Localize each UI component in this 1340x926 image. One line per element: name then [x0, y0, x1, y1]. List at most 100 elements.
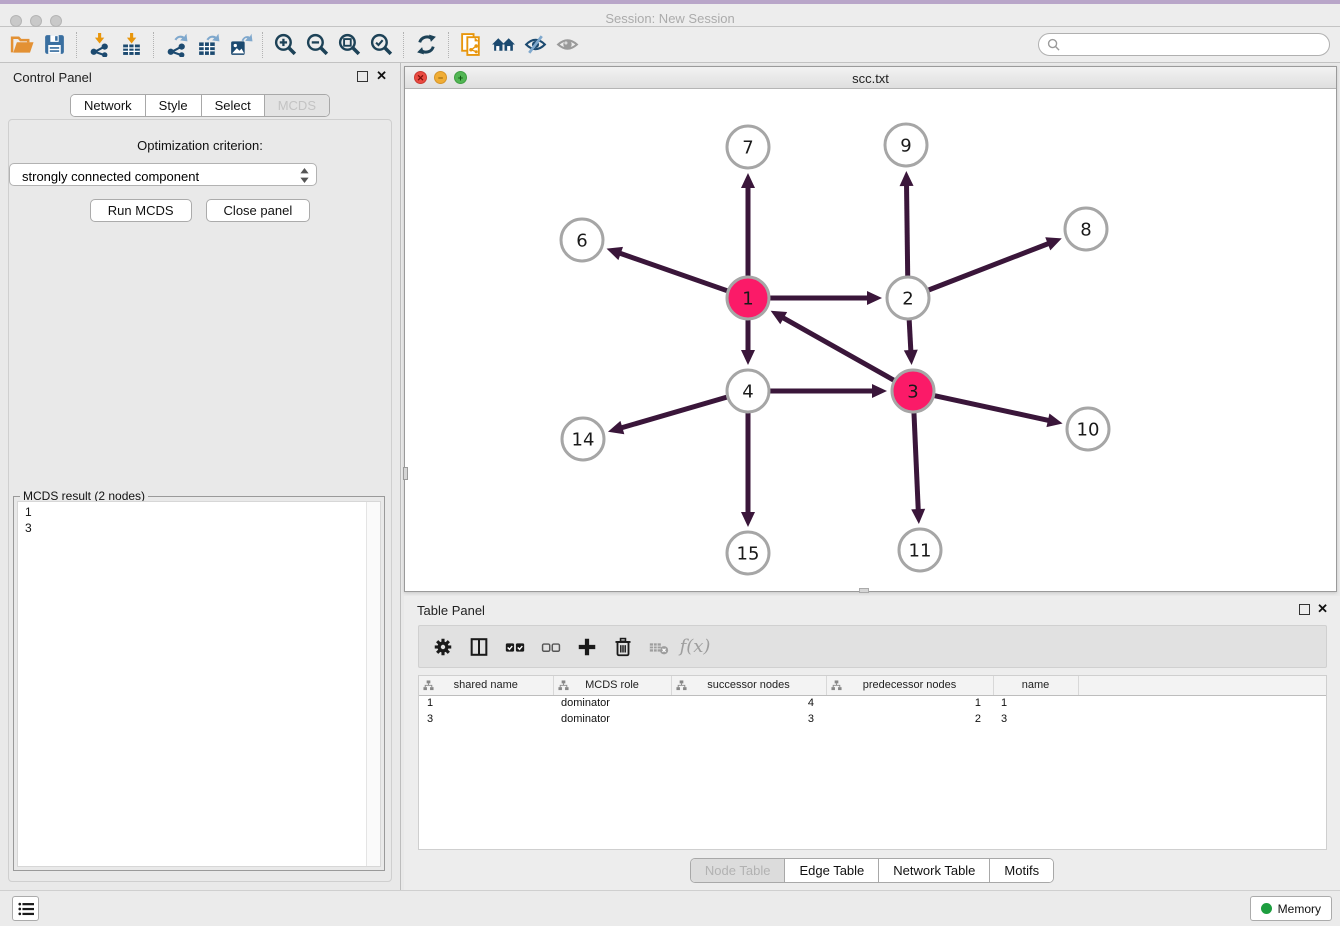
run-mcds-button[interactable]: Run MCDS — [90, 199, 192, 222]
session-title: Session: New Session — [0, 11, 1340, 26]
control-panel-float-icon[interactable] — [357, 71, 368, 82]
memory-button[interactable]: Memory — [1250, 896, 1332, 921]
tab-edge-table[interactable]: Edge Table — [785, 859, 879, 882]
tab-mcds[interactable]: MCDS — [265, 95, 329, 116]
graph-edge-2-8[interactable] — [925, 243, 1051, 292]
table-cell[interactable]: 3 — [671, 711, 826, 727]
mcds-result-item[interactable]: 1 — [25, 504, 380, 520]
table-cell[interactable]: 4 — [671, 695, 826, 711]
export-table-icon[interactable] — [192, 30, 224, 60]
graph-edge-3-11[interactable] — [914, 409, 919, 512]
table-options-icon[interactable] — [425, 630, 461, 664]
unselect-all-columns-icon[interactable] — [533, 630, 569, 664]
tab-select[interactable]: Select — [202, 95, 265, 116]
table-cell-filler — [1078, 695, 1326, 711]
graph-arrowhead — [900, 171, 914, 186]
dropdown-stepper-icon — [300, 168, 309, 186]
table-cell[interactable]: 2 — [826, 711, 993, 727]
column-header-MCDS-role[interactable]: MCDS role — [553, 676, 671, 695]
toolbar-separator — [76, 32, 77, 58]
column-header-shared-name[interactable]: shared name — [419, 676, 553, 695]
network-window-titlebar[interactable]: ✕ − + scc.txt — [405, 67, 1336, 89]
column-header-successor-nodes[interactable]: successor nodes — [671, 676, 826, 695]
node-table: shared nameMCDS rolesuccessor nodesprede… — [419, 676, 1326, 727]
save-session-icon[interactable] — [38, 30, 70, 60]
control-panel-header: Control Panel ✕ — [0, 63, 400, 91]
network-window-title: scc.txt — [405, 71, 1336, 86]
table-cell[interactable]: 1 — [826, 695, 993, 711]
export-network-icon[interactable] — [160, 30, 192, 60]
table-panel: Table Panel ✕ f(x) shared nameMCD — [404, 596, 1340, 890]
graph-edge-2-3[interactable] — [909, 316, 911, 353]
graph-node-label: 8 — [1080, 219, 1091, 240]
import-network-icon[interactable] — [83, 30, 115, 60]
delete-columns-icon[interactable] — [605, 630, 641, 664]
column-header-predecessor-nodes[interactable]: predecessor nodes — [826, 676, 993, 695]
close-panel-button[interactable]: Close panel — [206, 199, 311, 222]
graph-edge-4-14[interactable] — [619, 396, 730, 428]
mcds-result-list: 13 — [17, 501, 381, 867]
select-all-columns-icon[interactable] — [497, 630, 533, 664]
control-panel-close-icon[interactable]: ✕ — [376, 69, 387, 83]
home-layout-icon[interactable] — [487, 30, 519, 60]
table-panel-tabs: Node TableEdge TableNetwork TableMotifs — [690, 858, 1054, 883]
hide-selected-icon[interactable] — [519, 30, 551, 60]
table-cell[interactable]: 3 — [419, 711, 553, 727]
function-builder-icon[interactable]: f(x) — [677, 630, 713, 664]
show-all-icon[interactable] — [551, 30, 583, 60]
table-cell[interactable]: 3 — [993, 711, 1078, 727]
import-table-icon[interactable] — [115, 30, 147, 60]
tab-style[interactable]: Style — [146, 95, 202, 116]
create-column-icon[interactable] — [569, 630, 605, 664]
tab-node-table[interactable]: Node Table — [691, 859, 786, 882]
tab-motifs[interactable]: Motifs — [990, 859, 1053, 882]
zoom-selected-icon[interactable] — [365, 30, 397, 60]
column-header-name[interactable]: name — [993, 676, 1078, 695]
graph-arrowhead — [741, 512, 755, 527]
search-input[interactable] — [1060, 35, 1329, 54]
table-cell[interactable]: 1 — [419, 695, 553, 711]
criterion-dropdown[interactable]: strongly connected component — [9, 163, 317, 186]
task-history-icon[interactable] — [12, 896, 39, 921]
memory-label: Memory — [1278, 902, 1321, 916]
window-resize-grip[interactable] — [859, 588, 869, 593]
zoom-fit-icon[interactable] — [333, 30, 365, 60]
graph-node-label: 6 — [576, 230, 587, 251]
graph-arrowhead — [911, 509, 925, 524]
tab-network[interactable]: Network — [71, 95, 146, 116]
mcds-result-item[interactable]: 3 — [25, 520, 380, 536]
toolbar-separator — [153, 32, 154, 58]
zoom-in-icon[interactable] — [269, 30, 301, 60]
tab-network-table[interactable]: Network Table — [879, 859, 990, 882]
table-cell[interactable]: 1 — [993, 695, 1078, 711]
table-cell[interactable]: dominator — [553, 711, 671, 727]
toolbar-separator — [448, 32, 449, 58]
table-row[interactable]: 3dominator323 — [419, 711, 1326, 727]
status-bar: Memory — [0, 890, 1340, 926]
graph-arrowhead — [904, 350, 918, 365]
graph-node-label: 9 — [900, 135, 911, 156]
graph-edge-3-1[interactable] — [781, 317, 897, 383]
zoom-out-icon[interactable] — [301, 30, 333, 60]
search-icon — [1047, 38, 1060, 51]
table-cell[interactable]: dominator — [553, 695, 671, 711]
open-session-icon[interactable] — [6, 30, 38, 60]
graph-node-label: 15 — [737, 543, 760, 564]
control-panel-title: Control Panel — [13, 70, 92, 85]
export-image-icon[interactable] — [224, 30, 256, 60]
window-resize-grip[interactable] — [403, 467, 408, 480]
graph-edge-3-10[interactable] — [931, 395, 1051, 421]
graph-edge-1-6[interactable] — [618, 253, 731, 293]
table-panel-close-icon[interactable]: ✕ — [1317, 602, 1328, 616]
delete-table-icon[interactable] — [641, 630, 677, 664]
refresh-icon[interactable] — [410, 30, 442, 60]
table-row[interactable]: 1dominator411 — [419, 695, 1326, 711]
table-panel-float-icon[interactable] — [1299, 604, 1310, 615]
graph-node-label: 4 — [742, 381, 753, 402]
graph-arrowhead — [872, 384, 887, 398]
mcds-result-scrollbar[interactable] — [366, 502, 380, 866]
graph-edge-2-9[interactable] — [906, 183, 907, 280]
show-column-icon[interactable] — [461, 630, 497, 664]
clone-network-icon[interactable] — [455, 30, 487, 60]
network-canvas[interactable]: 7968124314101511 — [405, 89, 1336, 591]
